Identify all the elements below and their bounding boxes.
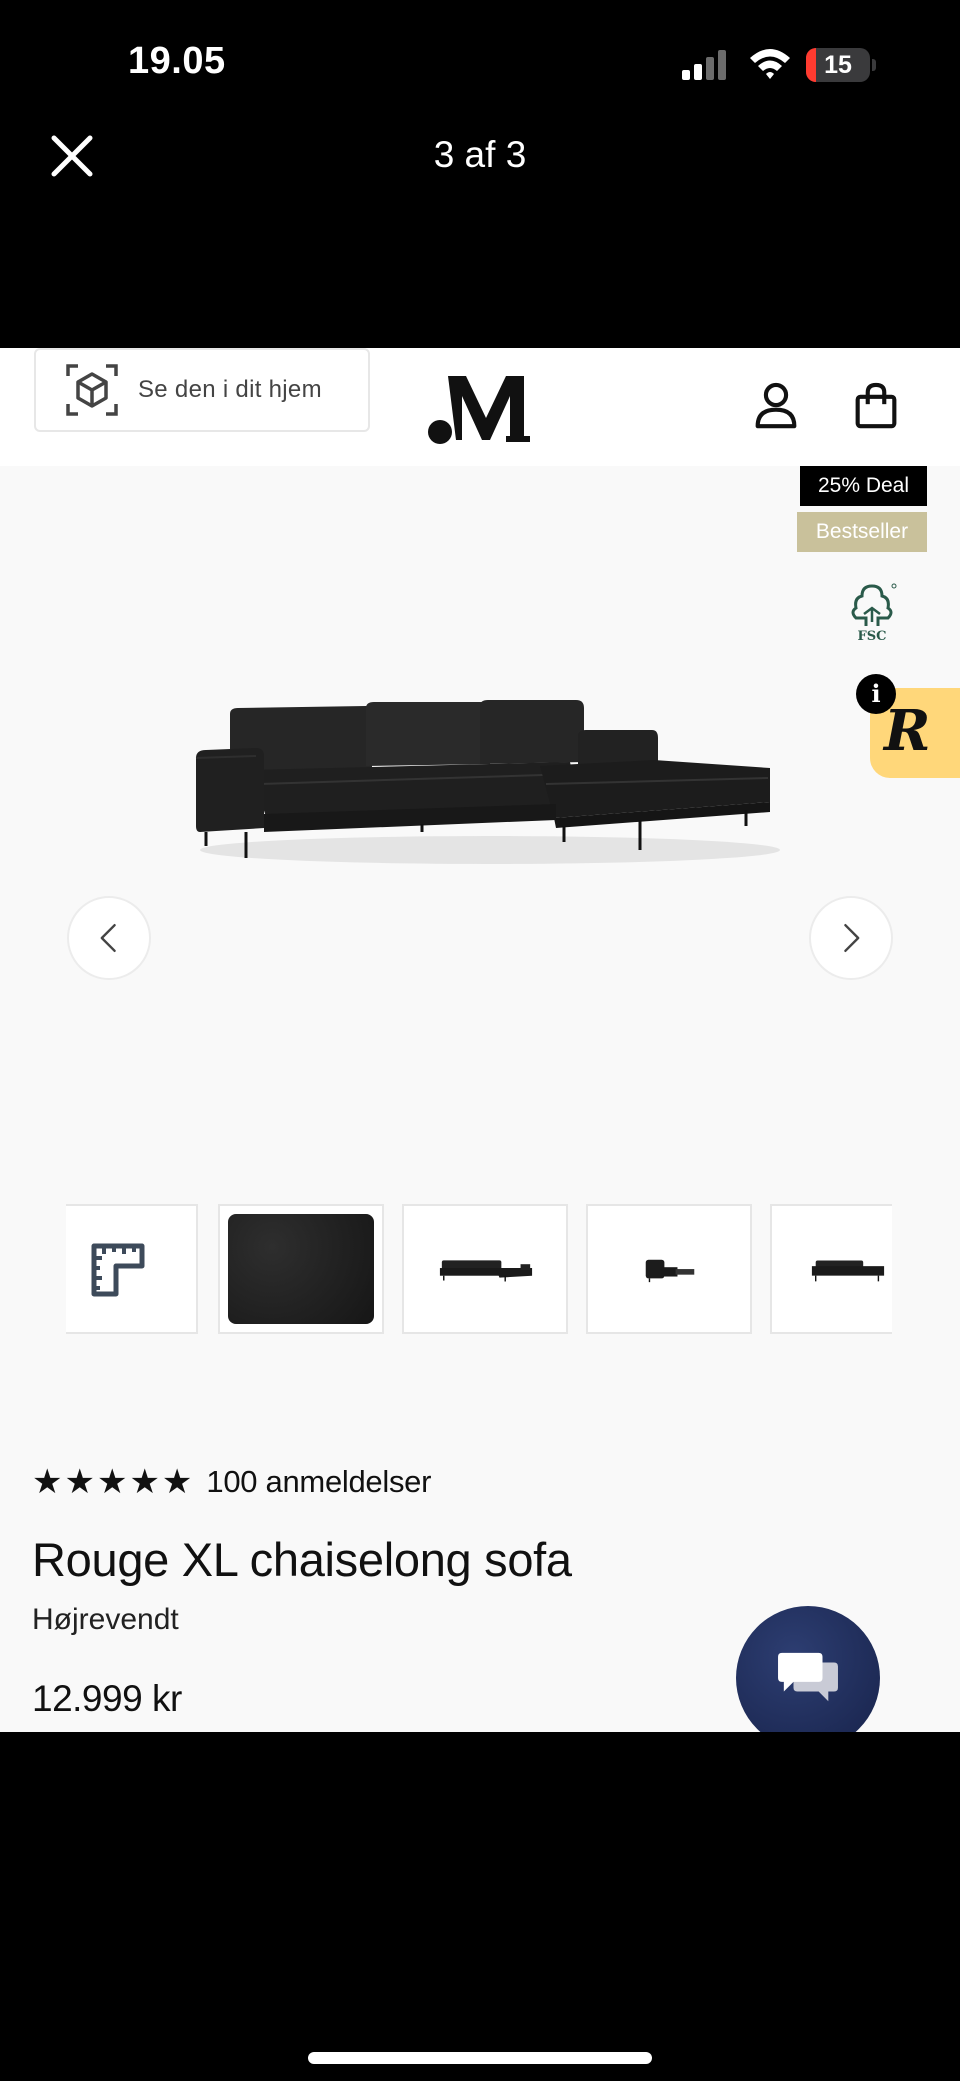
sofa-thumbnail-image (439, 1260, 533, 1282)
product-variant: Højrevendt (32, 1603, 179, 1636)
brand-logo[interactable] (420, 362, 540, 452)
ruler-icon (91, 1243, 145, 1297)
product-title: Rouge XL chaiselong sofa (32, 1533, 572, 1586)
fsc-tree-icon: FSC (851, 583, 897, 642)
review-count[interactable]: 100 anmeldelser (206, 1464, 431, 1500)
status-time: 19.05 (128, 40, 226, 82)
image-counter: 3 af 3 (433, 134, 527, 175)
thumbnail-fabric[interactable] (218, 1204, 384, 1334)
chevron-right-icon (844, 924, 860, 952)
fabric-swatch (228, 1214, 374, 1324)
sofa-thumbnail-image (811, 1260, 885, 1282)
rating-row[interactable]: ★★★★★ 100 anmeldelser (32, 1464, 431, 1500)
status-bar: 19.05 15 (0, 0, 960, 130)
screenshot-viewport: Se den i dit hjem 25% Deal Bestseller FS… (0, 348, 960, 1732)
ar-cube-icon (66, 364, 118, 416)
fsc-label: FSC (858, 629, 887, 642)
view-in-home-button[interactable]: Se den i dit hjem (34, 348, 370, 432)
thumbnail-sofa-side[interactable] (586, 1204, 752, 1334)
battery-indicator: 15 (806, 48, 876, 82)
info-icon[interactable]: i (856, 674, 896, 714)
battery-level: 15 (824, 51, 852, 79)
product-price: 12.999 kr (32, 1678, 182, 1719)
shopping-bag-icon[interactable] (840, 370, 912, 442)
thumbnail-strip[interactable] (66, 1204, 892, 1334)
home-indicator[interactable] (308, 2052, 652, 2064)
wifi-icon (750, 49, 790, 79)
sofa-thumbnail-image (645, 1259, 695, 1283)
previous-image-button[interactable] (67, 896, 151, 980)
cellular-signal-icon (682, 50, 726, 80)
product-image-sofa (195, 700, 780, 864)
user-icon[interactable] (740, 370, 812, 442)
bestseller-badge: Bestseller (797, 512, 927, 552)
rating-stars: ★★★★★ (32, 1463, 195, 1501)
reviews-widget-letter: R (884, 698, 931, 764)
thumbnail-sofa-angle[interactable] (770, 1204, 892, 1334)
chevron-left-icon (100, 924, 116, 952)
thumbnail-sofa-front[interactable] (402, 1204, 568, 1334)
chat-button[interactable] (736, 1606, 880, 1732)
next-image-button[interactable] (809, 896, 893, 980)
view-in-home-label: Se den i dit hjem (138, 376, 322, 403)
deal-badge: 25% Deal (800, 466, 927, 506)
chat-bubbles-icon (778, 1652, 838, 1702)
thumbnail-dimensions[interactable] (66, 1204, 198, 1334)
